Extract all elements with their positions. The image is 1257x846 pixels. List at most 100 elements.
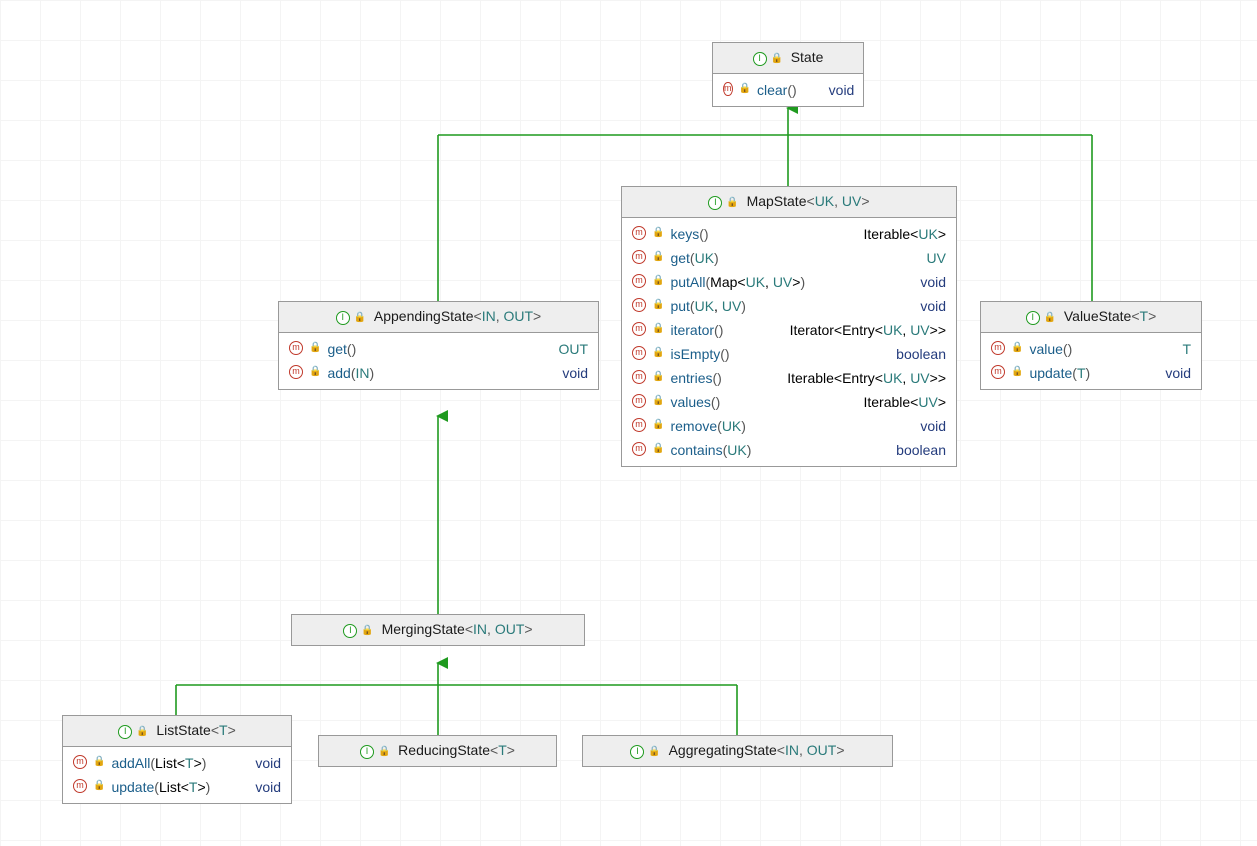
method-row[interactable]: m🔒update(List<T>)void <box>63 775 291 799</box>
method-signature: put(UK, UV) <box>670 298 746 314</box>
lock-icon: 🔒 <box>652 275 664 286</box>
method-icon: m <box>632 274 646 288</box>
class-header: I 🔒 ReducingState<T> <box>319 736 556 766</box>
class-ValueState[interactable]: I 🔒 ValueState<T> m🔒value()Tm🔒update(T)v… <box>980 301 1202 390</box>
method-signature: clear() <box>757 82 797 98</box>
method-signature: keys() <box>670 226 708 242</box>
class-AppendingState[interactable]: I 🔒 AppendingState<IN, OUT> m 🔒 get() OUTm 🔒… <box>278 301 599 390</box>
lock-icon: 🔒 <box>1044 312 1056 323</box>
method-signature: iterator() <box>670 322 723 338</box>
method-signature: get(UK) <box>670 250 718 266</box>
lock-icon: 🔒 <box>93 756 105 767</box>
method-return: void <box>920 418 946 434</box>
interface-icon: I <box>343 624 357 638</box>
method-return: boolean <box>896 442 946 458</box>
lock-icon: 🔒 <box>652 419 664 430</box>
method-row[interactable]: m🔒get(UK)UV <box>622 246 956 270</box>
method-row[interactable]: m🔒value()T <box>981 337 1201 361</box>
class-MapState[interactable]: I 🔒 MapState<UK, UV> m 🔒 keys() Iterable<UK… <box>621 186 957 467</box>
lock-icon: 🔒 <box>309 366 321 377</box>
method-return: Iterable<UK> <box>863 226 946 242</box>
method-signature: values() <box>670 394 720 410</box>
method-row[interactable]: m 🔒 putAll(Map<UK, UV>) void <box>622 270 956 294</box>
method-signature: update(List<T>) <box>111 779 210 795</box>
method-signature: get() <box>327 341 356 357</box>
interface-icon: I <box>630 745 644 759</box>
class-name: MergingState<IN, OUT> <box>382 621 533 637</box>
class-name: ReducingState<T> <box>398 742 515 758</box>
lock-icon: 🔒 <box>1011 366 1023 377</box>
class-header: I 🔒 State <box>713 43 863 74</box>
lock-icon: 🔒 <box>652 227 664 238</box>
method-row[interactable]: m 🔒 contains(UK) boolean <box>622 438 956 462</box>
method-icon: m <box>991 341 1005 355</box>
method-row[interactable]: m🔒update(T)void <box>981 361 1201 385</box>
class-body: m🔒keys()Iterable<UK>m🔒get(UK)UVm🔒putAll(… <box>622 218 956 466</box>
method-row[interactable]: m🔒isEmpty()boolean <box>622 342 956 366</box>
lock-icon: 🔒 <box>652 443 664 454</box>
method-return: void <box>562 365 588 381</box>
lock-icon: 🔒 <box>354 312 366 323</box>
interface-icon: I <box>708 196 722 210</box>
method-icon: m <box>632 370 646 384</box>
class-body: m🔒addAll(List<T>)voidm🔒update(List<T>)vo… <box>63 747 291 803</box>
method-icon: m <box>632 226 646 240</box>
class-AggregatingState[interactable]: I 🔒 AggregatingState<IN, OUT> <box>582 735 893 767</box>
method-return: void <box>829 82 855 98</box>
method-return: void <box>920 274 946 290</box>
method-signature: addAll(List<T>) <box>111 755 206 771</box>
method-signature: isEmpty() <box>670 346 729 362</box>
method-return: Iterator<Entry<UK, UV>> <box>790 322 946 338</box>
method-signature: update(T) <box>1029 365 1090 381</box>
class-ListState[interactable]: I 🔒 ListState<T> m🔒addAll(List<T>)voidm🔒… <box>62 715 292 804</box>
class-name: AppendingState<IN, OUT> <box>374 308 541 324</box>
method-return: boolean <box>896 346 946 362</box>
method-row[interactable]: m🔒clear()void <box>713 78 863 102</box>
lock-icon: 🔒 <box>361 625 373 636</box>
class-name: AggregatingState<IN, OUT> <box>669 742 845 758</box>
method-row[interactable]: m 🔒 get() OUT <box>279 337 598 361</box>
method-row[interactable]: m 🔒 keys() Iterable<UK> <box>622 222 956 246</box>
method-icon: m <box>632 322 646 336</box>
interface-icon: I <box>360 745 374 759</box>
lock-icon: 🔒 <box>726 197 738 208</box>
method-icon: m <box>289 341 303 355</box>
lock-icon: 🔒 <box>770 53 782 64</box>
class-body: m🔒clear()void <box>713 74 863 106</box>
method-signature: putAll(Map<UK, UV>) <box>670 274 805 290</box>
method-icon: m <box>991 365 1005 379</box>
method-return: OUT <box>558 341 588 357</box>
class-name: MapState<UK, UV> <box>747 193 870 209</box>
method-icon: m <box>632 250 646 264</box>
interface-icon: I <box>118 725 132 739</box>
method-row[interactable]: m🔒addAll(List<T>)void <box>63 751 291 775</box>
method-icon: m <box>632 346 646 360</box>
lock-icon: 🔒 <box>136 726 148 737</box>
class-header: I 🔒 MergingState<IN, OUT> <box>292 615 584 645</box>
method-row[interactable]: m🔒iterator()Iterator<Entry<UK, UV>> <box>622 318 956 342</box>
method-row[interactable]: m🔒values()Iterable<UV> <box>622 390 956 414</box>
method-icon: m <box>632 442 646 456</box>
method-return: Iterable<Entry<UK, UV>> <box>787 370 946 386</box>
method-row[interactable]: m🔒entries()Iterable<Entry<UK, UV>> <box>622 366 956 390</box>
method-icon: m <box>632 418 646 432</box>
lock-icon: 🔒 <box>378 746 390 757</box>
lock-icon: 🔒 <box>652 371 664 382</box>
class-ReducingState[interactable]: I 🔒 ReducingState<T> <box>318 735 557 767</box>
lock-icon: 🔒 <box>309 342 321 353</box>
method-row[interactable]: m🔒add(IN)void <box>279 361 598 385</box>
method-row[interactable]: m🔒remove(UK)void <box>622 414 956 438</box>
class-header: I 🔒 AggregatingState<IN, OUT> <box>583 736 892 766</box>
class-State[interactable]: I 🔒 State m🔒clear()void <box>712 42 864 107</box>
interface-icon: I <box>336 311 350 325</box>
method-signature: value() <box>1029 341 1072 357</box>
class-body: m 🔒 get() OUTm 🔒 add(IN) void <box>279 333 598 389</box>
class-MergingState[interactable]: I 🔒 MergingState<IN, OUT> <box>291 614 585 646</box>
method-signature: add(IN) <box>327 365 374 381</box>
method-return: Iterable<UV> <box>863 394 946 410</box>
method-signature: contains(UK) <box>670 442 751 458</box>
class-name: ListState<T> <box>156 722 235 738</box>
method-return: void <box>255 779 281 795</box>
class-body: m🔒value()Tm🔒update(T)void <box>981 333 1201 389</box>
method-row[interactable]: m🔒put(UK, UV)void <box>622 294 956 318</box>
